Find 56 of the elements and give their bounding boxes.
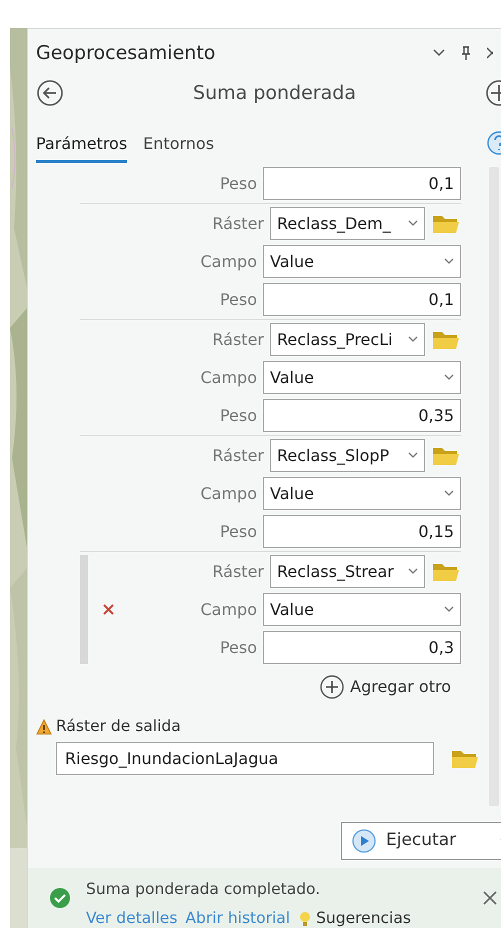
- caret-icon: [408, 568, 418, 575]
- caret-icon: [444, 490, 454, 497]
- field-label: Peso: [218, 288, 257, 310]
- field-label: Peso: [218, 172, 257, 194]
- caret-icon: [408, 220, 418, 227]
- field-label: Peso: [218, 520, 257, 542]
- caret-icon: [408, 452, 418, 459]
- tab[interactable]: Parámetros: [36, 132, 128, 163]
- tab[interactable]: Entornos: [143, 132, 214, 163]
- pin-icon[interactable]: [461, 46, 471, 60]
- field-label: Ráster: [211, 444, 264, 466]
- output-raster-field[interactable]: Riesgo_InundacionLaJagua: [56, 742, 434, 776]
- field-label: Peso: [218, 404, 257, 426]
- pane-title: Geoprocesamiento: [36, 40, 216, 66]
- add-another-button[interactable]: Agregar otro: [320, 675, 451, 699]
- field-label: Ráster: [211, 328, 264, 350]
- field-dropdown[interactable]: Value: [263, 245, 461, 278]
- weight-field[interactable]: 0,15: [263, 515, 461, 548]
- field-label: Campo: [199, 250, 257, 272]
- raster-dropdown[interactable]: Reclass_Dem_: [270, 207, 425, 240]
- raster-dropdown[interactable]: Reclass_Strear: [270, 555, 425, 588]
- weight-field[interactable]: 0,35: [263, 399, 461, 432]
- field-dropdown[interactable]: Value: [263, 593, 461, 626]
- add-icon: [320, 675, 344, 699]
- run-button[interactable]: Ejecutar: [341, 822, 501, 860]
- weight-field[interactable]: 0,1: [263, 283, 461, 316]
- field-label: Campo: [199, 482, 257, 504]
- field-label: Campo: [199, 598, 257, 620]
- field-label: Campo: [199, 366, 257, 388]
- output-label: Ráster de salida: [56, 716, 181, 737]
- chevron-down-icon[interactable]: [433, 49, 445, 57]
- caret-icon: [444, 606, 454, 613]
- close-icon[interactable]: [487, 47, 493, 59]
- raster-dropdown[interactable]: Reclass_PrecLi: [270, 323, 425, 356]
- field-label: Ráster: [211, 560, 264, 582]
- field-label: Peso: [218, 636, 257, 658]
- remove-icon[interactable]: [102, 604, 114, 615]
- lightbulb-icon: [298, 910, 312, 927]
- weight-field[interactable]: 0,1: [263, 167, 461, 200]
- help-icon[interactable]: [485, 131, 501, 155]
- add-icon[interactable]: [485, 79, 501, 107]
- play-icon: [352, 829, 376, 853]
- field-dropdown[interactable]: Value: [263, 477, 461, 510]
- weight-field[interactable]: 0,3: [263, 631, 461, 664]
- caret-icon: [444, 258, 454, 265]
- success-icon: [50, 888, 70, 908]
- back-icon[interactable]: [36, 79, 64, 107]
- field-dropdown[interactable]: Value: [263, 361, 461, 394]
- caret-icon: [444, 374, 454, 381]
- field-label: Ráster: [211, 212, 264, 234]
- close-icon[interactable]: [483, 891, 497, 905]
- raster-dropdown[interactable]: Reclass_SlopP: [270, 439, 425, 472]
- caret-icon: [408, 336, 418, 343]
- tool-title: Suma ponderada: [192, 80, 357, 106]
- tips-link[interactable]: Sugerencias: [298, 907, 411, 928]
- message-text: Suma ponderada completado.: [86, 878, 322, 900]
